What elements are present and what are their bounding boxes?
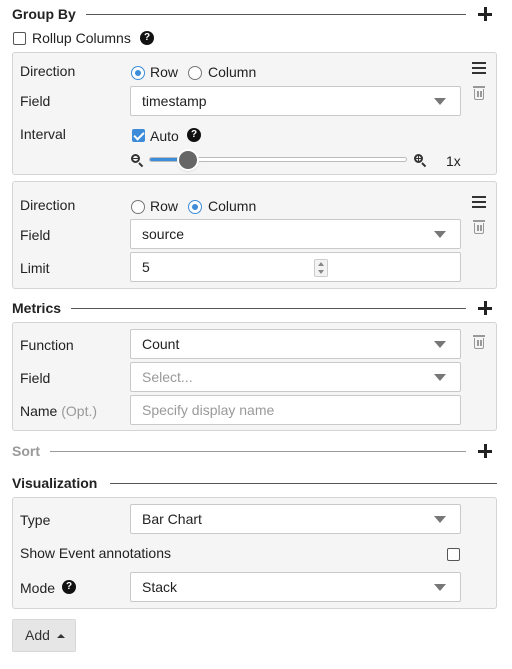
caret-down-icon xyxy=(434,98,446,105)
add-group-by-plus-icon[interactable] xyxy=(477,6,493,22)
interval-help-icon[interactable]: ? xyxy=(187,128,201,142)
sort-title: Sort xyxy=(12,443,50,459)
metrics-divider xyxy=(70,308,466,309)
mode-label: Mode xyxy=(20,580,56,596)
name-label: Name (Opt.) xyxy=(20,403,97,419)
type-select[interactable]: Bar Chart xyxy=(130,504,461,534)
rollup-columns-checkbox[interactable] xyxy=(13,32,26,45)
metric-field-placeholder: Select... xyxy=(142,369,193,385)
metric-row: Function Count Field Select... Name (Opt… xyxy=(12,322,497,431)
direction-row-radio[interactable] xyxy=(131,200,145,214)
add-metric-plus-icon[interactable] xyxy=(477,300,493,316)
group-by-row-2: Direction Row Column Field source Limit xyxy=(12,181,497,289)
metric-field-select[interactable]: Select... xyxy=(130,362,461,392)
group-by-divider xyxy=(80,14,466,15)
zoom-value: 1x xyxy=(446,153,461,169)
mode-select-value: Stack xyxy=(142,579,178,595)
group-by-title: Group By xyxy=(12,6,86,22)
annotations-checkbox[interactable] xyxy=(447,548,460,561)
direction-row-label: Row xyxy=(150,198,179,214)
field-select[interactable]: source xyxy=(130,219,461,249)
field-select-value: source xyxy=(142,226,185,242)
direction-label: Direction xyxy=(20,63,76,79)
auto-checkbox[interactable] xyxy=(132,129,145,142)
delete-row-trash-icon[interactable] xyxy=(473,220,485,234)
field-label: Field xyxy=(20,227,51,243)
function-label: Function xyxy=(20,337,74,353)
visualization-divider xyxy=(110,483,497,484)
limit-stepper-icon[interactable] xyxy=(314,259,328,277)
function-select-value: Count xyxy=(142,336,180,352)
direction-column-label: Column xyxy=(208,64,257,80)
mode-select[interactable]: Stack xyxy=(130,572,461,602)
annotations-label: Show Event annotations xyxy=(20,545,171,561)
delete-row-trash-icon[interactable] xyxy=(473,86,485,100)
sort-divider xyxy=(50,451,466,452)
type-select-value: Bar Chart xyxy=(142,511,202,527)
drag-menu-icon[interactable] xyxy=(472,196,486,208)
caret-up-icon xyxy=(57,634,65,638)
zoom-out-icon[interactable] xyxy=(131,154,144,168)
caret-down-icon xyxy=(434,231,446,238)
field-label: Field xyxy=(20,93,51,109)
direction-column-radio[interactable] xyxy=(188,200,202,214)
name-label-text: Name xyxy=(20,403,58,419)
field-select-value: timestamp xyxy=(142,93,207,109)
mode-help-icon[interactable]: ? xyxy=(62,580,76,594)
direction-row-radio[interactable] xyxy=(131,66,145,80)
name-optional-text: (Opt.) xyxy=(61,403,98,419)
interval-slider-thumb[interactable] xyxy=(178,151,197,169)
auto-label: Auto xyxy=(150,128,179,144)
metrics-title: Metrics xyxy=(12,300,72,316)
add-button-label: Add xyxy=(25,627,50,643)
field-select[interactable]: timestamp xyxy=(130,86,461,116)
add-sort-plus-icon[interactable] xyxy=(477,443,493,459)
limit-label: Limit xyxy=(20,260,50,276)
display-name-input[interactable] xyxy=(130,395,461,425)
visualization-panel: Type Bar Chart Show Event annotations Mo… xyxy=(12,497,497,609)
zoom-in-icon[interactable] xyxy=(414,154,427,168)
type-label: Type xyxy=(20,512,51,528)
direction-column-radio[interactable] xyxy=(188,66,202,80)
delete-metric-trash-icon[interactable] xyxy=(473,335,485,349)
rollup-columns-label: Rollup Columns xyxy=(32,30,131,46)
metric-field-label: Field xyxy=(20,370,51,386)
direction-row-label: Row xyxy=(150,64,179,80)
visualization-title: Visualization xyxy=(12,475,108,491)
add-button[interactable]: Add xyxy=(12,619,76,652)
caret-down-icon xyxy=(434,516,446,523)
rollup-help-icon[interactable]: ? xyxy=(140,31,154,45)
limit-input[interactable] xyxy=(130,252,461,282)
direction-column-label: Column xyxy=(208,198,257,214)
caret-down-icon xyxy=(434,341,446,348)
direction-label: Direction xyxy=(20,197,76,213)
interval-label: Interval xyxy=(20,126,66,142)
caret-down-icon xyxy=(434,584,446,591)
drag-menu-icon[interactable] xyxy=(472,62,486,74)
function-select[interactable]: Count xyxy=(130,329,461,359)
caret-down-icon xyxy=(434,374,446,381)
group-by-row-1: Direction Row Column Field timestamp Int… xyxy=(12,52,497,175)
